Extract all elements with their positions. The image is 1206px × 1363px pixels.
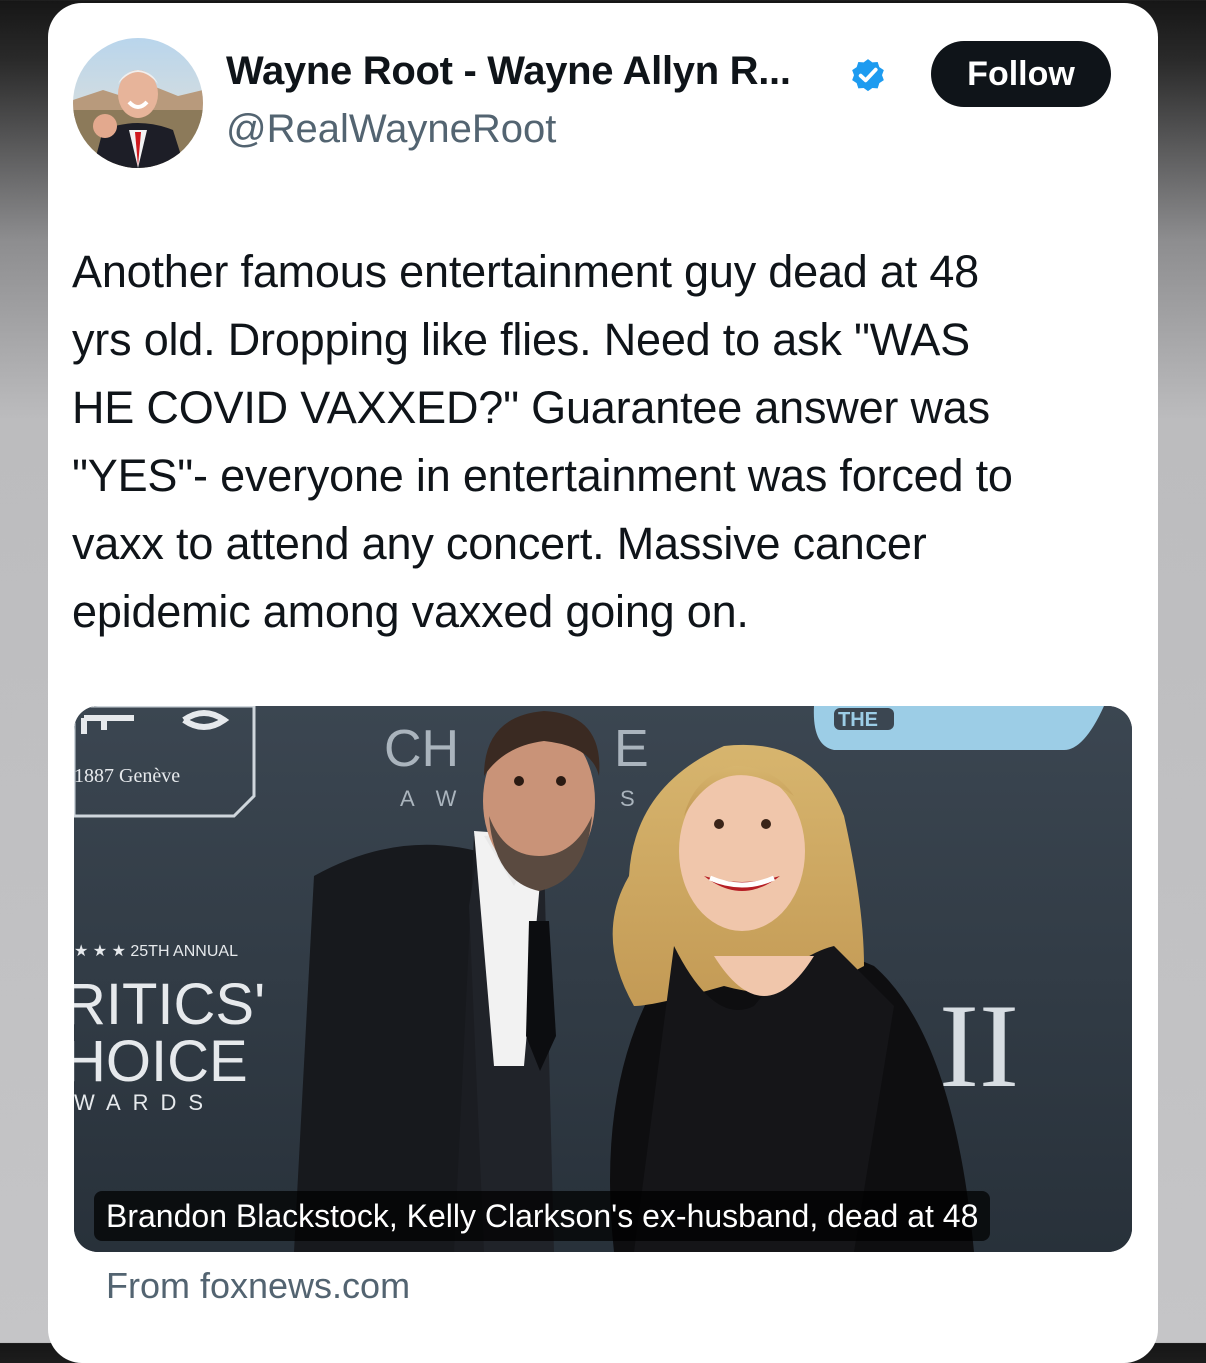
profile-photo xyxy=(73,38,203,168)
author-avatar[interactable] xyxy=(73,38,203,168)
author-handle[interactable]: @RealWayneRoot xyxy=(226,107,556,152)
svg-text:RITICS': RITICS' xyxy=(74,972,265,1037)
svg-text:S: S xyxy=(620,786,635,811)
verified-badge-icon xyxy=(852,59,884,92)
follow-button[interactable]: Follow xyxy=(931,41,1111,107)
svg-text:E: E xyxy=(614,720,649,778)
tweet-card: Wayne Root - Wayne Allyn R... @RealWayne… xyxy=(48,3,1158,1363)
link-card-caption: Brandon Blackstock, Kelly Clarkson's ex-… xyxy=(94,1191,991,1241)
author-display-name[interactable]: Wayne Root - Wayne Allyn R... xyxy=(226,49,791,94)
tweet-text-line: epidemic among vaxxed going on. xyxy=(72,586,749,637)
tweet-text-line: "YES"- everyone in entertainment was for… xyxy=(72,450,1013,501)
tweet-text-line: yrs old. Dropping like flies. Need to as… xyxy=(72,314,970,365)
link-card-image[interactable]: 1887 Genève CH E A W S THE ★ ★ ★ 25TH AN… xyxy=(74,706,1132,1252)
svg-text:HOICE: HOICE xyxy=(74,1029,248,1094)
news-photo: 1887 Genève CH E A W S THE ★ ★ ★ 25TH AN… xyxy=(74,706,1132,1252)
svg-text:WARDS: WARDS xyxy=(74,1090,215,1115)
svg-text:A W: A W xyxy=(400,786,464,811)
link-source[interactable]: From foxnews.com xyxy=(106,1265,410,1307)
tweet-text: Another famous entertainment guy dead at… xyxy=(72,238,1152,646)
svg-text:★ ★ ★ 25TH ANNUAL: ★ ★ ★ 25TH ANNUAL xyxy=(74,943,238,960)
tweet-text-line: HE COVID VAXXED?" Guarantee answer was xyxy=(72,382,990,433)
svg-text:CH: CH xyxy=(384,720,459,778)
svg-text:1887 Genève: 1887 Genève xyxy=(74,765,180,787)
svg-text:THE: THE xyxy=(838,709,878,731)
svg-text:II: II xyxy=(939,979,1019,1112)
tweet-text-line: Another famous entertainment guy dead at… xyxy=(72,246,980,297)
tweet-text-line: vaxx to attend any concert. Massive canc… xyxy=(72,518,927,569)
